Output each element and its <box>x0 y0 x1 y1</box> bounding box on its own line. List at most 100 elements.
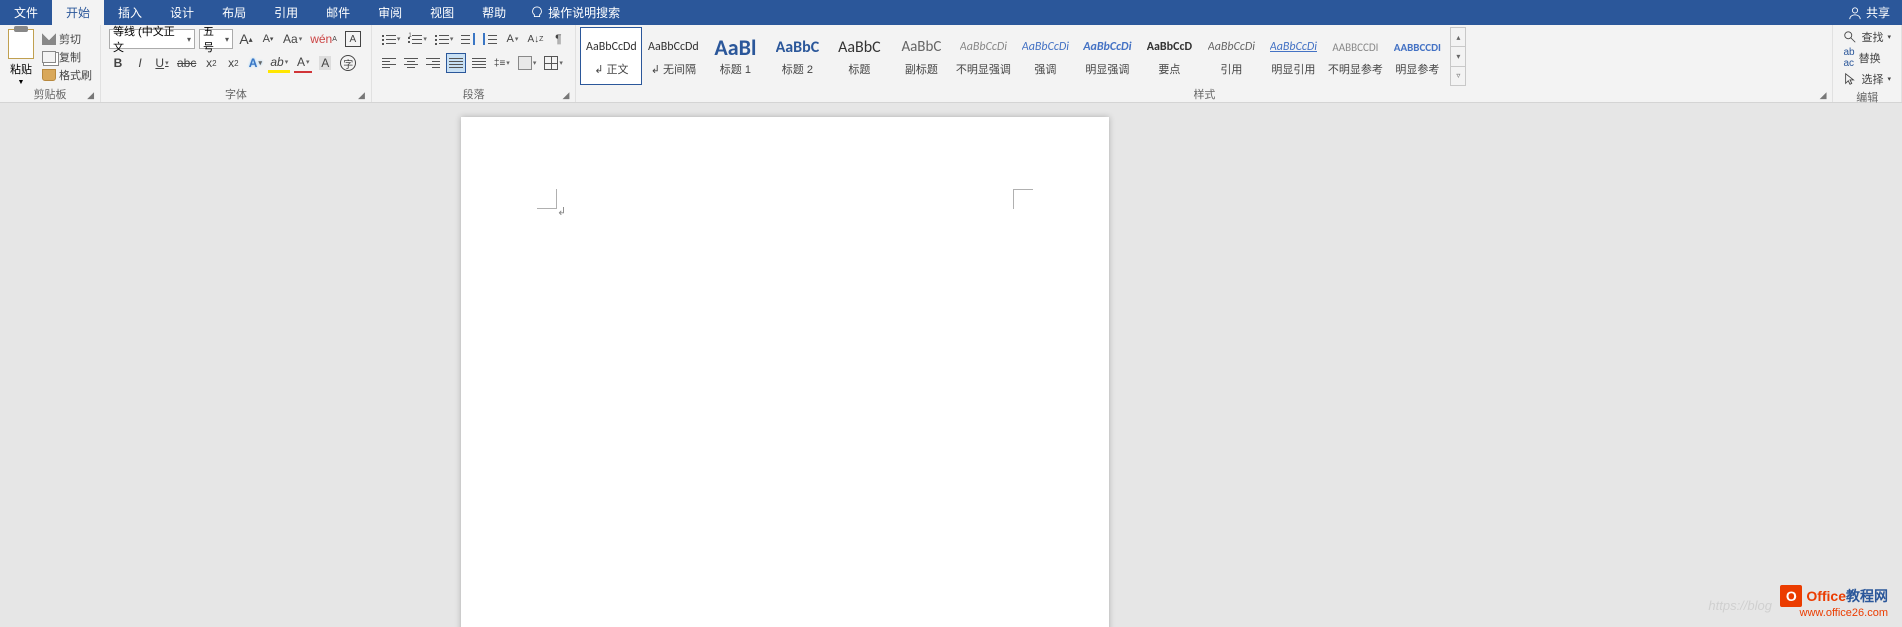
align-left-button[interactable] <box>380 53 398 73</box>
style-label: 明显强调 <box>1085 61 1129 77</box>
increase-indent-button[interactable] <box>481 29 499 49</box>
font-name-combo[interactable]: 等线 (中文正文▾ <box>109 29 195 49</box>
gallery-up-button[interactable]: ▴ <box>1451 28 1465 47</box>
show-marks-button[interactable]: ¶ <box>549 29 567 49</box>
align-justify-icon <box>449 57 463 69</box>
group-font: 等线 (中文正文▾ 五号▾ A▴ A▾ Aa▾ wénA A B I U▾ ab… <box>101 25 372 102</box>
text-effects-button[interactable]: A▾ <box>246 53 264 73</box>
scissors-icon <box>42 33 56 45</box>
line-spacing-button[interactable]: ‡≡▾ <box>492 53 512 73</box>
tab-file[interactable]: 文件 <box>0 0 52 25</box>
tab-layout[interactable]: 布局 <box>208 0 260 25</box>
tab-mailings[interactable]: 邮件 <box>312 0 364 25</box>
subscript-button[interactable]: x2 <box>202 53 220 73</box>
tab-home[interactable]: 开始 <box>52 0 104 25</box>
align-distribute-button[interactable] <box>470 53 488 73</box>
style-item-6[interactable]: AaBbCcDi不明显强调 <box>952 27 1014 85</box>
align-center-icon <box>404 57 418 69</box>
strikethrough-button[interactable]: abc <box>175 53 198 73</box>
bold-button[interactable]: B <box>109 53 127 73</box>
enclose-char-button[interactable]: 字 <box>338 53 358 73</box>
style-item-13[interactable]: AABBCCDI明显参考 <box>1386 27 1448 85</box>
italic-button[interactable]: I <box>131 53 149 73</box>
style-item-10[interactable]: AaBbCcDi引用 <box>1200 27 1262 85</box>
numbering-button[interactable]: 1▾ <box>406 29 429 49</box>
tell-me-search[interactable]: 操作说明搜索 <box>530 0 620 25</box>
person-icon <box>1848 6 1862 20</box>
borders-button[interactable]: ▾ <box>542 53 565 73</box>
style-item-12[interactable]: AABBCCDI不明显参考 <box>1324 27 1386 85</box>
style-item-4[interactable]: AaBbC标题 <box>828 27 890 85</box>
style-item-11[interactable]: AaBbCcDi明显引用 <box>1262 27 1324 85</box>
ribbon: 粘贴 ▼ 剪切 复制 格式刷 剪贴板 ◢ 等线 (中文正文▾ 五号▾ A▴ A▾ … <box>0 25 1902 103</box>
style-preview: AaBbCcDd <box>648 35 699 59</box>
style-preview: AaBbCcD <box>1147 35 1192 59</box>
document-page[interactable]: ↲ <box>461 117 1109 627</box>
tab-review[interactable]: 审阅 <box>364 0 416 25</box>
grow-font-button[interactable]: A▴ <box>237 29 255 49</box>
style-item-2[interactable]: AaBl标题 1 <box>704 27 766 85</box>
replace-button[interactable]: abac 替换 <box>1843 47 1891 69</box>
format-painter-button[interactable]: 格式刷 <box>42 67 92 83</box>
paragraph-dialog-launcher[interactable]: ◢ <box>562 90 569 101</box>
cut-button[interactable]: 剪切 <box>42 31 92 47</box>
bullets-button[interactable]: ▾ <box>380 29 403 49</box>
styles-dialog-launcher[interactable]: ◢ <box>1820 90 1827 101</box>
find-button[interactable]: 查找▾ <box>1843 29 1891 45</box>
share-button[interactable]: 共享 <box>1836 0 1902 25</box>
style-label: 要点 <box>1158 61 1180 77</box>
superscript-button[interactable]: x2 <box>224 53 242 73</box>
align-center-button[interactable] <box>402 53 420 73</box>
style-item-3[interactable]: AaBbC标题 2 <box>766 27 828 85</box>
document-area[interactable]: ↲ <box>0 103 1902 627</box>
style-item-8[interactable]: AaBbCcDi明显强调 <box>1076 27 1138 85</box>
tell-me-label: 操作说明搜索 <box>548 4 620 21</box>
font-size-combo[interactable]: 五号▾ <box>199 29 233 49</box>
change-case-button[interactable]: Aa▾ <box>281 29 304 49</box>
paste-button[interactable]: 粘贴 ▼ <box>4 27 38 86</box>
clipboard-dialog-launcher[interactable]: ◢ <box>87 90 94 101</box>
style-item-7[interactable]: AaBbCcDi强调 <box>1014 27 1076 85</box>
cursor-icon <box>1843 72 1857 86</box>
underline-button[interactable]: U▾ <box>153 53 171 73</box>
search-icon <box>1843 30 1857 44</box>
style-label: 强调 <box>1034 61 1056 77</box>
style-label: 明显引用 <box>1271 61 1315 77</box>
style-item-1[interactable]: AaBbCcDd↲ 无间隔 <box>642 27 704 85</box>
group-label-paragraph: 段落 <box>463 89 485 101</box>
style-item-9[interactable]: AaBbCcD 要点 <box>1138 27 1200 85</box>
phonetic-guide-button[interactable]: wénA <box>308 29 339 49</box>
select-button[interactable]: 选择▾ <box>1843 71 1891 87</box>
asian-layout-button[interactable]: A▾ <box>503 29 521 49</box>
gallery-down-button[interactable]: ▾ <box>1451 47 1465 66</box>
office-logo-icon: O <box>1780 585 1802 607</box>
ribbon-tabs: 文件 开始 插入 设计 布局 引用 邮件 审阅 视图 帮助 操作说明搜索 共享 <box>0 0 1902 25</box>
replace-icon: abac <box>1843 47 1854 69</box>
style-item-0[interactable]: AaBbCcDd↲ 正文 <box>580 27 642 85</box>
tab-view[interactable]: 视图 <box>416 0 468 25</box>
highlight-button[interactable]: ab▾ <box>268 53 290 73</box>
char-shading-button[interactable]: A <box>316 53 334 73</box>
align-distribute-icon <box>472 57 486 69</box>
align-justify-button[interactable] <box>446 53 466 73</box>
tab-help[interactable]: 帮助 <box>468 0 520 25</box>
font-dialog-launcher[interactable]: ◢ <box>358 90 365 101</box>
shading-button[interactable]: ▾ <box>516 53 539 73</box>
gallery-more-button[interactable]: ▿ <box>1451 67 1465 85</box>
decrease-indent-button[interactable] <box>459 29 477 49</box>
font-color-button[interactable]: A▾ <box>294 53 312 73</box>
tab-insert[interactable]: 插入 <box>104 0 156 25</box>
style-item-5[interactable]: AaBbC副标题 <box>890 27 952 85</box>
multilevel-list-button[interactable]: ▾ <box>433 29 456 49</box>
multilist-icon <box>435 33 449 45</box>
align-right-button[interactable] <box>424 53 442 73</box>
group-label-clipboard: 剪贴板 <box>34 89 67 101</box>
style-preview: AaBbCcDd <box>586 35 637 59</box>
style-label: 标题 1 <box>720 61 751 77</box>
sort-button[interactable]: A↓Z <box>525 29 545 49</box>
copy-button[interactable]: 复制 <box>42 49 92 65</box>
tab-references[interactable]: 引用 <box>260 0 312 25</box>
char-border-button[interactable]: A <box>343 29 363 49</box>
tab-design[interactable]: 设计 <box>156 0 208 25</box>
shrink-font-button[interactable]: A▾ <box>259 29 277 49</box>
